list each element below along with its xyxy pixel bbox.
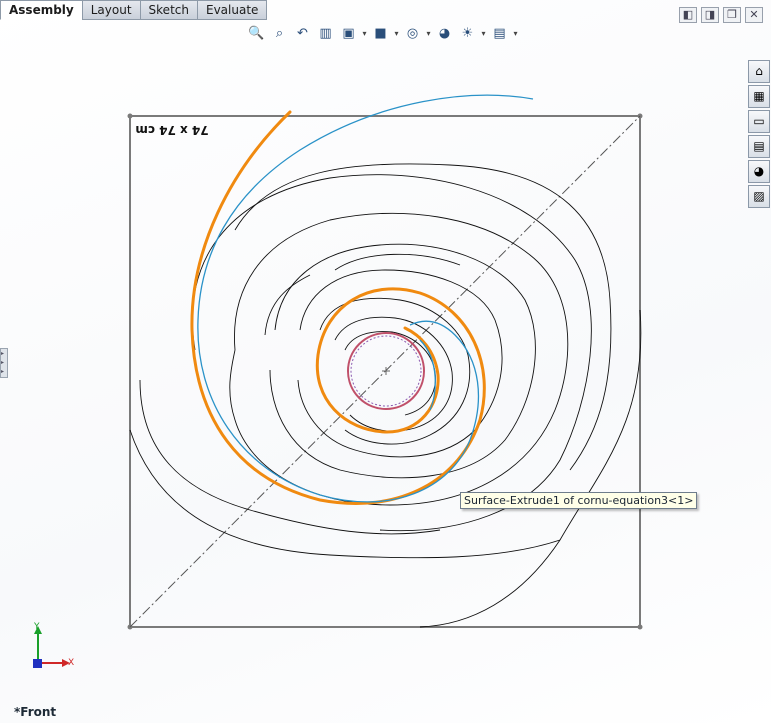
triad-y-label: Y <box>34 622 40 632</box>
spiral-curves[interactable] <box>129 163 642 628</box>
entity-tooltip: Surface-Extrude1 of cornu-equation3<1> <box>460 492 698 509</box>
spiral-curve <box>419 309 642 628</box>
corner-point[interactable] <box>637 624 643 630</box>
spiral-curve <box>234 163 612 471</box>
spiral-curve <box>191 174 592 532</box>
spiral-curve <box>319 297 471 445</box>
spiral-curve <box>229 212 569 506</box>
corner-point[interactable] <box>127 113 133 119</box>
spiral-curve <box>264 274 311 336</box>
spiral-curve <box>269 243 536 479</box>
triad-x-label: X <box>68 658 75 668</box>
view-orientation-label: *Front <box>14 705 57 719</box>
blue-curve <box>419 339 436 411</box>
spiral-curve <box>297 269 503 458</box>
spiral-curve <box>334 253 461 271</box>
dimension-label[interactable]: 74 x 74 cm <box>135 123 208 137</box>
sketch-canvas[interactable]: 74 x 74 cm <box>0 0 771 723</box>
triad-origin <box>33 659 42 668</box>
coordinate-triad <box>33 626 70 668</box>
